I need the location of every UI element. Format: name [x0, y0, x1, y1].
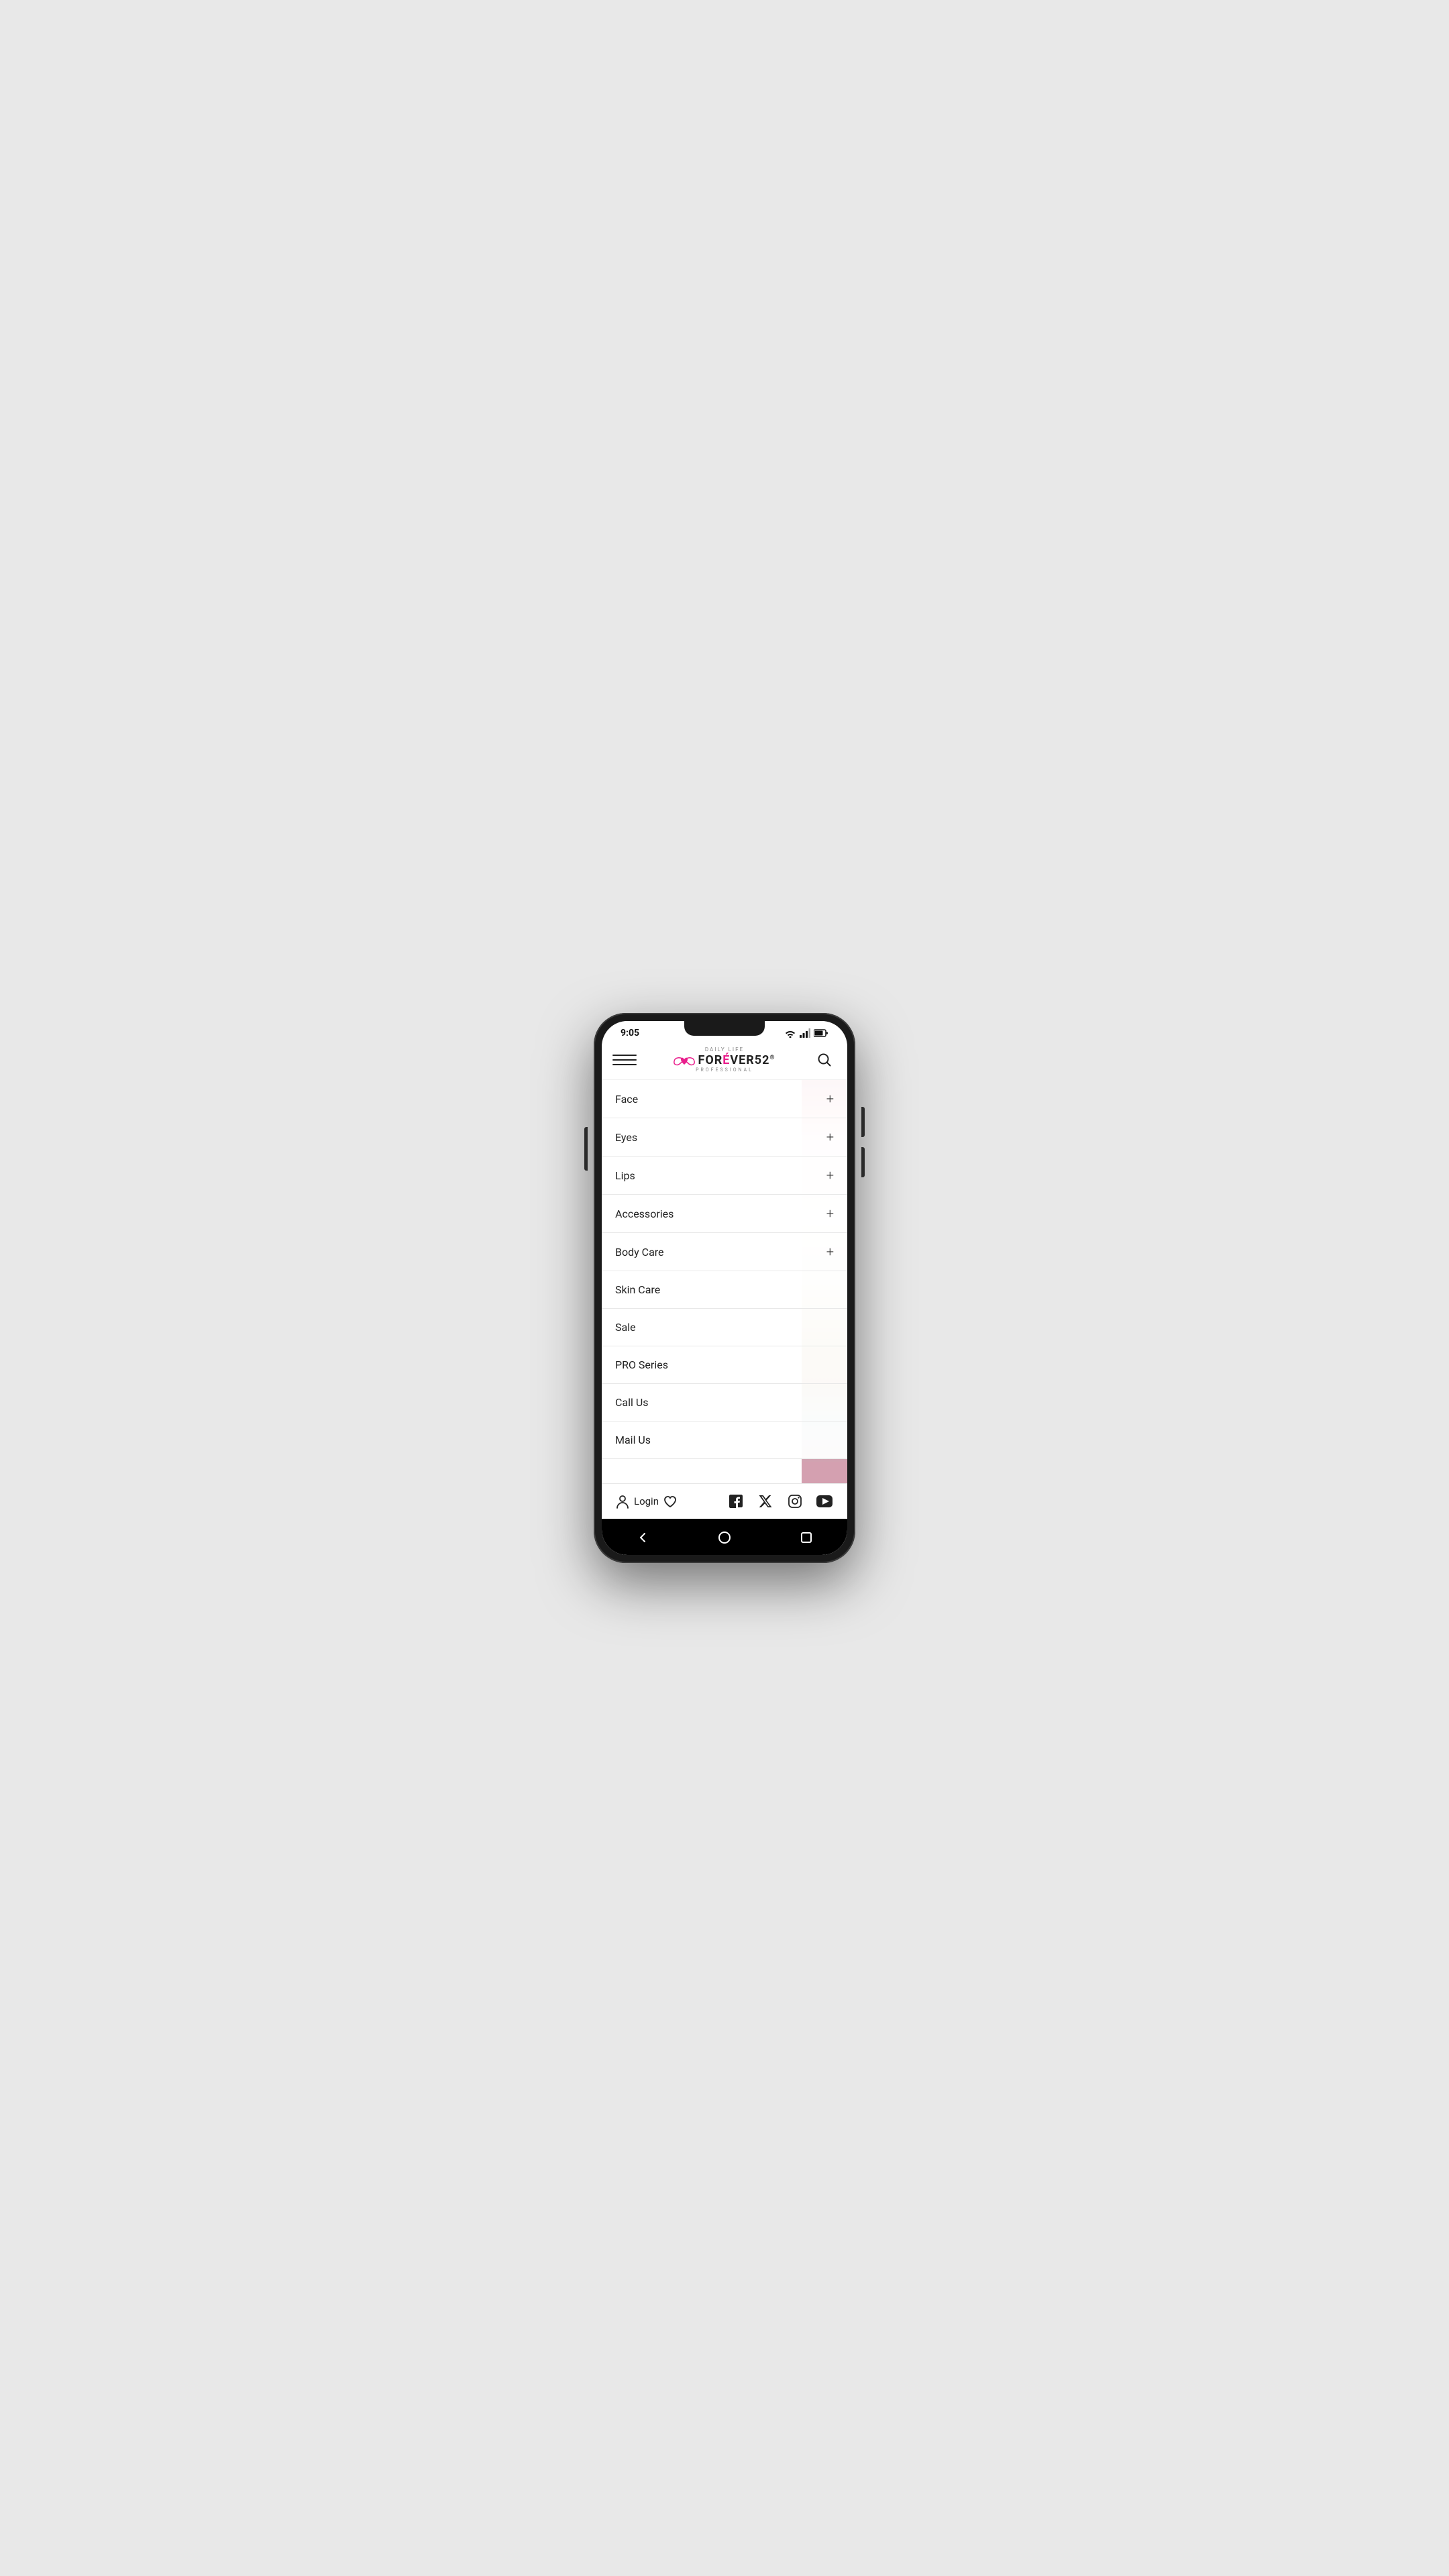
menu-item-mail-us[interactable]: Mail Us: [602, 1421, 847, 1459]
wifi-icon: [784, 1028, 796, 1038]
logo-sub-text: PROFESSIONAL: [696, 1067, 753, 1073]
menu-item-label: Eyes: [615, 1131, 637, 1144]
battery-icon: [814, 1029, 828, 1037]
menu-item-label: Mail Us: [615, 1434, 651, 1446]
menu-line-2: [612, 1059, 637, 1061]
menu-item-body-care[interactable]: Body Care +: [602, 1233, 847, 1271]
menu-item-face[interactable]: Face +: [602, 1080, 847, 1118]
logo-heart-icon: [674, 1053, 695, 1067]
user-icon: [615, 1494, 630, 1509]
signal-icon: [800, 1028, 810, 1038]
menu-item-lips[interactable]: Lips +: [602, 1157, 847, 1195]
social-icons: [727, 1492, 834, 1511]
menu-item-label: Lips: [615, 1169, 635, 1182]
logo-brand-text: FORÉVER52®: [698, 1053, 775, 1067]
menu-item-expand-icon[interactable]: +: [826, 1130, 834, 1144]
logo-main-row: FORÉVER52®: [674, 1053, 775, 1067]
home-button[interactable]: [712, 1525, 737, 1550]
menu-item-expand-icon[interactable]: +: [826, 1207, 834, 1220]
logo-daily-text: Daily life: [705, 1046, 744, 1053]
volume-up-button[interactable]: [861, 1107, 865, 1137]
volume-down-button[interactable]: [861, 1147, 865, 1177]
menu-item-skin-care[interactable]: Skin Care: [602, 1271, 847, 1309]
bottom-bar: Login: [602, 1483, 847, 1519]
android-nav-bar: [602, 1519, 847, 1555]
menu-item-sale[interactable]: Sale: [602, 1309, 847, 1346]
brand-logo[interactable]: Daily life FORÉVER52® PROFESSIONAL: [674, 1046, 775, 1073]
menu-item-accessories[interactable]: Accessories +: [602, 1195, 847, 1233]
menu-line-1: [612, 1055, 637, 1056]
status-time: 9:05: [621, 1028, 639, 1038]
instagram-icon: [788, 1494, 802, 1509]
menu-item-expand-icon[interactable]: +: [826, 1169, 834, 1182]
facebook-button[interactable]: [727, 1492, 745, 1511]
menu-item-call-us[interactable]: Call Us: [602, 1384, 847, 1421]
menu-item-eyes[interactable]: Eyes +: [602, 1118, 847, 1157]
menu-item-expand-icon[interactable]: +: [826, 1245, 834, 1258]
menu-item-label: Body Care: [615, 1246, 664, 1258]
status-bar: 9:05: [602, 1021, 847, 1041]
back-button[interactable]: [631, 1525, 655, 1550]
menu-item-label: Face: [615, 1093, 638, 1106]
instagram-button[interactable]: [786, 1492, 804, 1511]
menu-item-label: Call Us: [615, 1396, 649, 1409]
home-icon: [718, 1531, 731, 1544]
menu-item-label: Accessories: [615, 1208, 674, 1220]
youtube-icon: [816, 1495, 833, 1507]
youtube-button[interactable]: [815, 1492, 834, 1511]
twitter-x-icon: [759, 1495, 772, 1508]
bottom-bar-left: Login: [615, 1494, 678, 1509]
recent-icon: [800, 1532, 812, 1544]
menu-item-pro-series[interactable]: PRO Series: [602, 1346, 847, 1384]
menu-item-expand-icon[interactable]: +: [826, 1092, 834, 1106]
navigation-menu: Face + Eyes + Lips + Accessories + Body Care + Ski…: [602, 1080, 847, 1459]
recent-apps-button[interactable]: [794, 1525, 818, 1550]
login-button[interactable]: Login: [634, 1495, 659, 1507]
twitter-x-button[interactable]: [756, 1492, 775, 1511]
menu-content: Face + Eyes + Lips + Accessories + Body Care + Ski…: [602, 1080, 847, 1483]
menu-item-label: Sale: [615, 1321, 636, 1334]
hamburger-menu-button[interactable]: [612, 1048, 637, 1072]
power-button[interactable]: [584, 1127, 588, 1171]
navbar: Daily life FORÉVER52® PROFESSIONAL: [602, 1041, 847, 1080]
status-icons: [784, 1028, 828, 1038]
back-icon: [636, 1531, 649, 1544]
search-button[interactable]: [812, 1048, 837, 1072]
menu-line-3: [612, 1064, 637, 1065]
menu-item-label: PRO Series: [615, 1358, 668, 1371]
facebook-icon: [729, 1495, 743, 1508]
heart-icon[interactable]: [663, 1494, 678, 1509]
menu-item-label: Skin Care: [615, 1283, 660, 1296]
search-icon: [817, 1053, 832, 1067]
